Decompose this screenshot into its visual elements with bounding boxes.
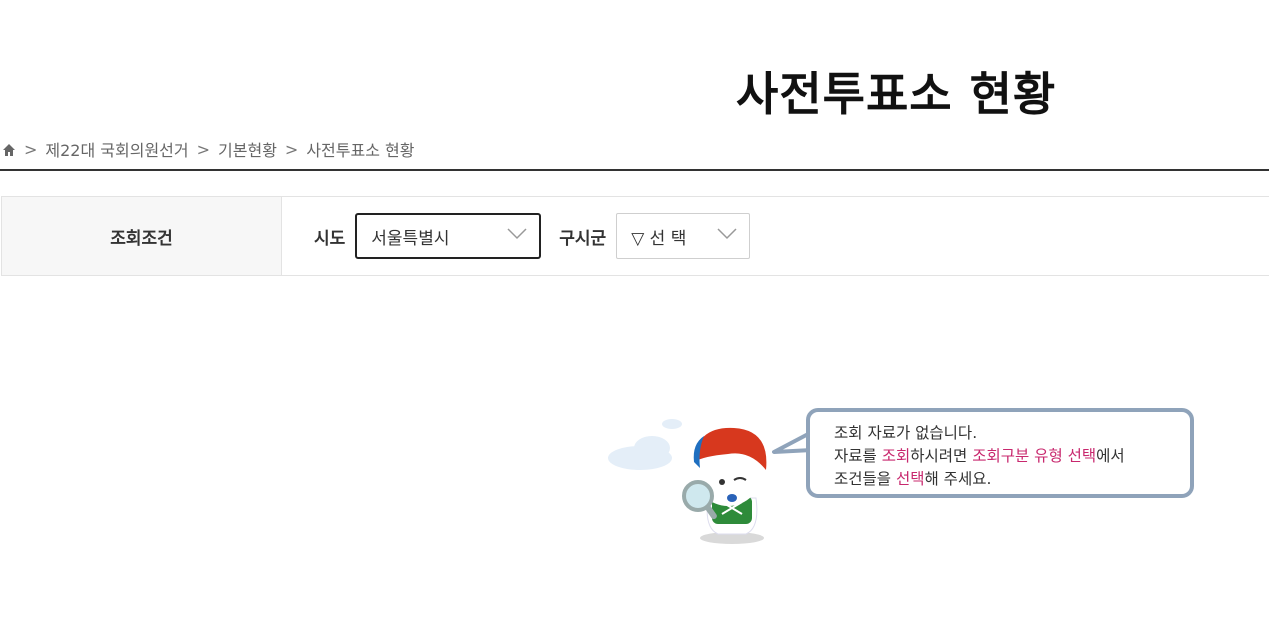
empty-state: 조회 자료가 없습니다. 자료를 조회하시려면 조회구분 유형 선택에서 조건들… xyxy=(600,400,1200,560)
filter-header: 조회조건 xyxy=(2,197,282,275)
empty-state-message: 조회 자료가 없습니다. 자료를 조회하시려면 조회구분 유형 선택에서 조건들… xyxy=(806,408,1194,498)
sigungu-selected-value: ▽ 선 택 xyxy=(631,228,687,249)
sigungu-select[interactable]: ▽ 선 택 xyxy=(616,213,751,259)
breadcrumb-separator: > xyxy=(284,139,299,159)
chevron-down-icon xyxy=(507,228,527,240)
message-line-1: 조회 자료가 없습니다. xyxy=(834,424,978,442)
sido-label: 시도 xyxy=(314,228,346,249)
mascot-illustration xyxy=(608,419,767,544)
breadcrumb-item-election[interactable]: 제22대 국회의원선거 xyxy=(45,137,188,161)
breadcrumb: > 제22대 국회의원선거 > 기본현황 > 사전투표소 현황 xyxy=(2,137,414,161)
breadcrumb-item-basic-status[interactable]: 기본현황 xyxy=(218,137,277,161)
breadcrumb-separator: > xyxy=(196,139,211,159)
breadcrumb-separator: > xyxy=(24,139,38,159)
page-title: 사전투표소 현황 xyxy=(736,67,1057,121)
chevron-down-icon xyxy=(717,228,737,240)
filter-controls: 시도 서울특별시 구시군 ▽ 선 택 xyxy=(282,197,1269,275)
home-icon[interactable] xyxy=(2,142,16,156)
message-line-3: 조건들을 선택해 주세요. xyxy=(834,470,992,488)
search-filter-panel: 조회조건 시도 서울특별시 구시군 ▽ 선 택 xyxy=(1,196,1269,276)
sido-select[interactable]: 서울특별시 xyxy=(355,213,542,259)
breadcrumb-item-current: 사전투표소 현황 xyxy=(306,141,415,160)
title-divider xyxy=(0,169,1269,171)
sigungu-label: 구시군 xyxy=(559,228,607,249)
sido-selected-value: 서울특별시 xyxy=(371,228,450,249)
message-line-2: 자료를 조회하시려면 조회구분 유형 선택에서 xyxy=(834,447,1125,465)
